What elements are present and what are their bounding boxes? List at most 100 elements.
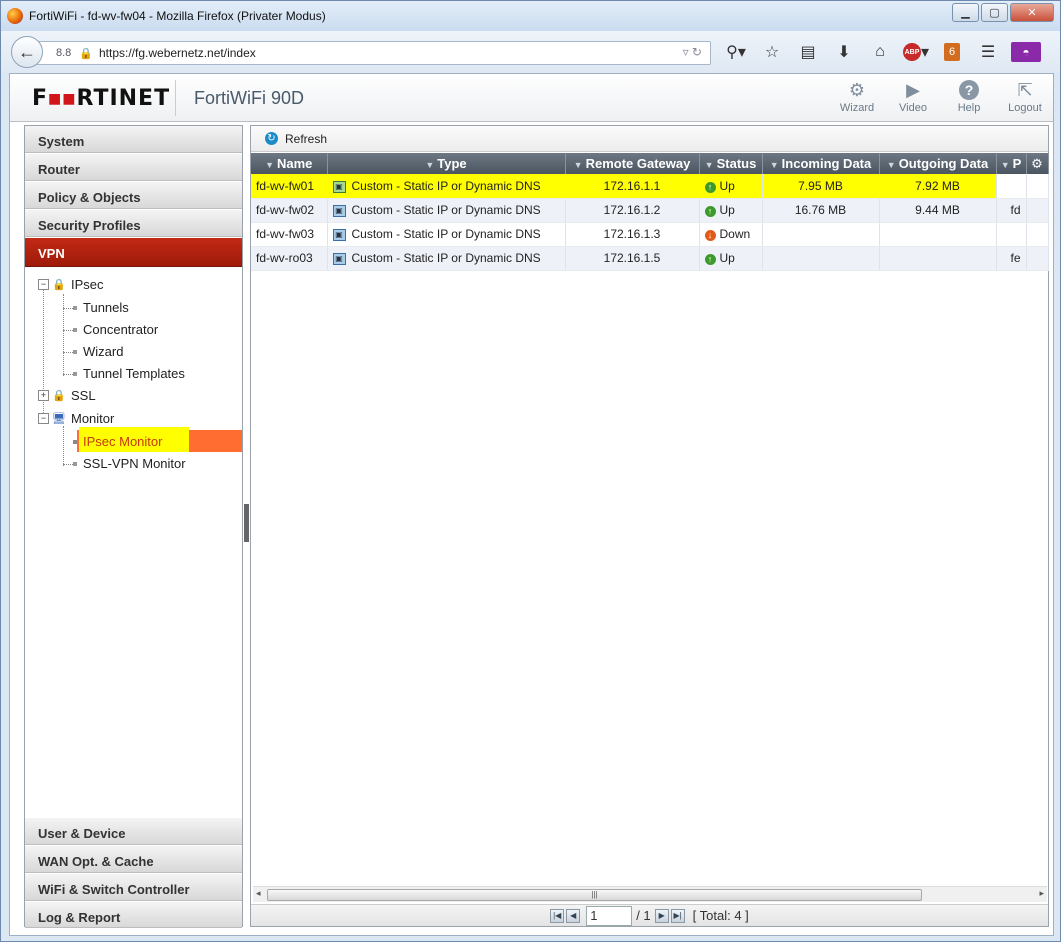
- nav-section-system[interactable]: System: [25, 126, 242, 153]
- nav-section-vpn[interactable]: VPN: [25, 238, 242, 267]
- status-up-icon: ↑: [704, 181, 716, 193]
- cell-incoming: [762, 246, 880, 271]
- cell-name: fd-wv-ro03: [251, 246, 328, 271]
- close-button[interactable]: ✕: [1010, 3, 1054, 22]
- minimize-button[interactable]: ▁: [952, 3, 979, 22]
- cell-status: ↓ Down: [699, 222, 763, 247]
- scroll-left-icon[interactable]: ◂: [256, 888, 261, 899]
- cell-name: fd-wv-fw02: [251, 198, 328, 223]
- refresh-button[interactable]: ↻ Refresh: [265, 132, 327, 146]
- cell-type: ▣ Custom - Static IP or Dynamic DNS: [327, 246, 566, 271]
- video-icon: ▶: [906, 79, 920, 100]
- column-header-status[interactable]: ▼ Status: [699, 153, 763, 174]
- download-icon[interactable]: ⬇: [831, 41, 857, 63]
- title-bar: FortiWiFi - fd-wv-fw04 - Mozilla Firefox…: [1, 1, 1060, 31]
- filter-icon[interactable]: ▼: [1001, 160, 1010, 170]
- filter-icon[interactable]: ▼: [887, 160, 896, 170]
- collapse-icon[interactable]: −: [38, 279, 49, 290]
- next-page-icon[interactable]: ▶: [654, 908, 669, 923]
- cell-gateway: 172.16.1.3: [565, 222, 700, 247]
- ipsec-icon: 🔒: [52, 279, 66, 291]
- help-button[interactable]: ? Help: [941, 78, 997, 114]
- tree-item-ssl[interactable]: + 🔒 SSL: [38, 388, 96, 403]
- column-header-outgoing[interactable]: ▼ Outgoing Data: [879, 153, 997, 174]
- tree-item-ipsec-monitor[interactable]: IPsec Monitor: [73, 434, 162, 449]
- column-header-remote-gateway[interactable]: ▼ Remote Gateway: [565, 153, 700, 174]
- adblock-icon[interactable]: ABP ▾: [903, 41, 929, 63]
- logout-button[interactable]: ⇱ Logout: [997, 78, 1053, 115]
- first-page-icon[interactable]: |◀: [550, 908, 565, 923]
- cell-outgoing: [879, 246, 997, 271]
- home-icon[interactable]: ⌂: [867, 41, 893, 63]
- cell-p: [996, 174, 1027, 199]
- logout-icon: ⇱: [1017, 79, 1033, 100]
- tree-item-ipsec[interactable]: − 🔒 IPsec: [38, 277, 104, 292]
- nav-section-user-device[interactable]: User & Device: [25, 818, 242, 845]
- search-icon[interactable]: ⚲▾: [723, 41, 749, 63]
- filter-icon[interactable]: ▼: [265, 160, 274, 170]
- nav-section-wan-opt[interactable]: WAN Opt. & Cache: [25, 846, 242, 873]
- last-page-icon[interactable]: ▶|: [670, 908, 685, 923]
- scrollbar-thumb[interactable]: |||: [267, 889, 922, 901]
- filter-icon[interactable]: ▼: [705, 160, 714, 170]
- filter-icon[interactable]: ▼: [425, 160, 434, 170]
- nav-section-router[interactable]: Router: [25, 154, 242, 181]
- nav-section-policy[interactable]: Policy & Objects: [25, 182, 242, 209]
- sidebar-collapse-handle[interactable]: [244, 504, 249, 542]
- tree-item-tunnel-templates[interactable]: Tunnel Templates: [73, 366, 185, 381]
- nav-section-log-report[interactable]: Log & Report: [25, 902, 242, 928]
- cell-extra: [1026, 198, 1049, 223]
- tree-item-monitor[interactable]: − 🖥 Monitor: [38, 411, 114, 426]
- sidebar: System Router Policy & Objects Security …: [24, 125, 243, 928]
- nav-section-security-profiles[interactable]: Security Profiles: [25, 210, 242, 237]
- horizontal-scrollbar[interactable]: ◂ ||| ▸: [253, 886, 1047, 902]
- filter-icon[interactable]: ▼: [770, 160, 779, 170]
- filter-icon[interactable]: ▼: [574, 160, 583, 170]
- table-row[interactable]: fd-wv-fw02 ▣ Custom - Static IP or Dynami…: [251, 198, 1049, 223]
- cell-incoming: [762, 222, 880, 247]
- column-header-name[interactable]: ▼ Name: [251, 153, 328, 174]
- zoom-indicator[interactable]: 8.8: [56, 47, 71, 59]
- reload-icon[interactable]: ▿ ↻: [683, 45, 702, 59]
- reading-list-icon[interactable]: ▤: [795, 41, 821, 63]
- tree-item-wizard[interactable]: Wizard: [73, 344, 123, 359]
- url-text[interactable]: https://fg.webernetz.net/index: [99, 46, 256, 60]
- collapse-icon[interactable]: −: [38, 413, 49, 424]
- window-title: FortiWiFi - fd-wv-fw04 - Mozilla Firefox…: [29, 9, 326, 23]
- lock-icon[interactable]: 🔒: [79, 47, 93, 60]
- tunnel-type-icon: ▣: [332, 204, 346, 217]
- app-header: F■■RTINET FortiWiFi 90D ⚙ Wizard ▶ Video ?…: [10, 74, 1053, 122]
- tree-item-tunnels[interactable]: Tunnels: [73, 300, 129, 315]
- cell-type: ▣ Custom - Static IP or Dynamic DNS: [327, 198, 566, 223]
- addon-badge[interactable]: 6: [939, 41, 965, 63]
- cell-extra: [1026, 222, 1049, 247]
- tree-item-concentrator[interactable]: Concentrator: [73, 322, 158, 337]
- tunnel-type-icon: ▣: [332, 228, 346, 241]
- wizard-button[interactable]: ⚙ Wizard: [829, 78, 885, 115]
- back-icon[interactable]: ←: [11, 36, 43, 68]
- tree-item-sslvpn-monitor[interactable]: SSL-VPN Monitor: [73, 456, 186, 471]
- cell-extra: [1026, 174, 1049, 199]
- column-header-p[interactable]: ▼ P: [996, 153, 1027, 174]
- cell-outgoing: 7.92 MB: [879, 174, 997, 199]
- table-row[interactable]: fd-wv-fw01 ▣ Custom - Static IP or Dynami…: [251, 174, 1049, 199]
- cell-p: fd: [996, 198, 1027, 223]
- maximize-button[interactable]: ▢: [981, 3, 1008, 22]
- nav-section-wifi-switch[interactable]: WiFi & Switch Controller: [25, 874, 242, 901]
- prev-page-icon[interactable]: ◀: [566, 908, 581, 923]
- video-button[interactable]: ▶ Video: [885, 78, 941, 115]
- scroll-right-icon[interactable]: ▸: [1039, 888, 1044, 899]
- expand-icon[interactable]: +: [38, 390, 49, 401]
- star-icon[interactable]: ☆: [759, 41, 785, 63]
- gear-icon[interactable]: ⚙: [1026, 153, 1049, 174]
- menu-icon[interactable]: ☰: [975, 41, 1001, 63]
- table-row[interactable]: fd-wv-fw03 ▣ Custom - Static IP or Dynami…: [251, 222, 1049, 247]
- column-header-type[interactable]: ▼ Type: [327, 153, 566, 174]
- table-row[interactable]: fd-wv-ro03 ▣ Custom - Static IP or Dynami…: [251, 246, 1049, 271]
- header-divider: [175, 80, 176, 116]
- cell-name: fd-wv-fw01: [251, 174, 328, 199]
- url-bar[interactable]: 8.8 🔒 https://fg.webernetz.net/index ▿ ↻: [31, 41, 711, 65]
- column-header-incoming[interactable]: ▼ Incoming Data: [762, 153, 880, 174]
- cell-name: fd-wv-fw03: [251, 222, 328, 247]
- page-input[interactable]: 1: [586, 905, 633, 926]
